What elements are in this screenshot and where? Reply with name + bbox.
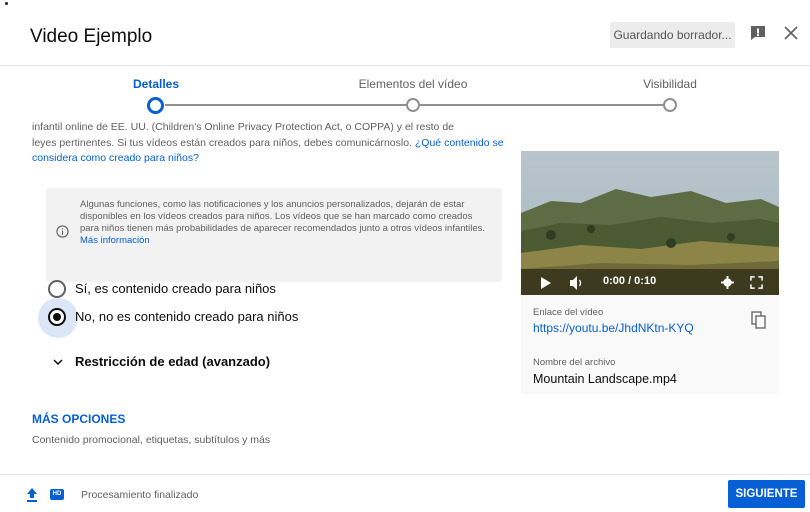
volume-icon[interactable] [569,276,585,290]
more-info-link[interactable]: Más información [80,235,150,246]
info-body: Algunas funciones, como las notificacion… [80,199,486,234]
step-details-dot[interactable] [147,97,164,114]
more-options-button[interactable]: MÁS OPCIONES [32,412,125,426]
play-icon[interactable] [541,277,551,289]
dialog-footer: HD Procesamiento finalizado SIGUIENTE [0,474,810,512]
dialog-title: Video Ejemplo [30,26,153,47]
settings-gear-icon[interactable] [721,276,734,289]
step-details-label[interactable]: Detalles [133,77,179,91]
hd-badge-icon: HD [50,489,64,500]
close-icon[interactable] [782,24,800,42]
chevron-down-icon[interactable] [52,356,64,368]
file-name: Mountain Landscape.mp4 [533,372,677,386]
stepper: Detalles Elementos del vídeo Visibilidad [0,66,810,120]
video-link[interactable]: https://youtu.be/JhdNKtn-KYQ [533,321,694,335]
info-icon [56,225,69,238]
radio-yes-kids[interactable] [48,280,66,298]
upload-icon [27,488,37,502]
age-restriction-toggle[interactable]: Restricción de edad (avanzado) [75,354,270,369]
radio-not-kids-label[interactable]: No, no es contenido creado para niños [75,309,298,324]
fullscreen-icon[interactable] [750,276,763,289]
upload-dialog: Video Ejemplo Guardando borrador... Deta… [0,0,810,512]
dialog-header: Video Ejemplo Guardando borrador... [0,0,810,66]
video-link-label: Enlace del vídeo [533,307,604,318]
radio-yes-kids-label[interactable]: Sí, es contenido creado para niños [75,281,276,296]
stepper-connector [165,104,406,106]
more-options-subtitle: Contenido promocional, etiquetas, subtít… [32,434,271,446]
processing-status: Procesamiento finalizado [81,489,199,501]
feedback-icon[interactable] [750,25,766,41]
video-player[interactable]: 0:00 / 0:10 [521,151,779,295]
info-text: Algunas funciones, como las notificacion… [80,199,490,247]
radio-not-kids[interactable] [48,308,66,326]
video-preview-card: 0:00 / 0:10 Enlace del vídeo https://you… [521,151,779,394]
stepper-connector [420,104,663,106]
audience-truncated-line: infantil online de EE. UU. (Children's O… [32,121,454,133]
step-video-elements-label[interactable]: Elementos del vídeo [359,77,468,91]
radio-selected-dot [53,313,61,321]
step-visibility-dot[interactable] [663,98,677,112]
audience-text: leyes pertinentes. Si tus vídeos están c… [32,136,412,149]
step-video-elements-dot[interactable] [406,98,420,112]
draft-status-badge: Guardando borrador... [610,22,735,48]
details-content: infantil online de EE. UU. (Children's O… [0,120,810,474]
file-name-label: Nombre del archivo [533,357,616,368]
copy-icon[interactable] [751,311,767,329]
video-time: 0:00 / 0:10 [603,275,657,287]
next-button[interactable]: SIGUIENTE [728,480,805,508]
info-box: Algunas funciones, como las notificacion… [46,188,502,282]
step-visibility-label[interactable]: Visibilidad [643,77,697,91]
audience-description: infantil online de EE. UU. (Children's O… [32,121,507,167]
player-controls: 0:00 / 0:10 [521,271,779,295]
